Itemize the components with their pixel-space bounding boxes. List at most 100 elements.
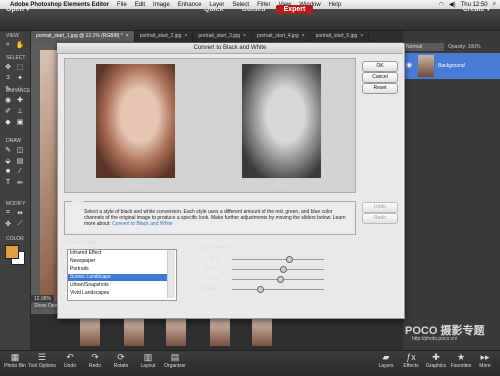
paint-bucket-icon[interactable]: ⬙ [3,156,13,165]
sponge-tool-icon[interactable]: ▣ [15,117,25,126]
lasso-tool-icon[interactable]: ↄ [3,73,13,82]
tab-guided[interactable]: Guided [233,5,273,14]
type-tool-icon[interactable]: T [3,178,13,187]
rotate-button[interactable]: ⟳ Rotate [106,352,136,370]
eye-icon[interactable]: ◉ [406,61,412,69]
tip-title: Tip [72,198,85,204]
cancel-button[interactable]: Cancel [362,72,398,83]
style-item-selected[interactable]: Scenic Landscape [68,274,168,281]
eyedropper-icon[interactable]: ⁄ [15,167,25,176]
tools-panel: VIEW ⌕ ✋ SELECT ✥ ⬚ ↄ ✦ ✎ ◌ ENHANCE ◉ ✚ … [0,31,31,350]
blur-tool-icon[interactable]: ◆ [3,117,13,126]
draw-tools: ✎ ◫ ⬙ ▤ ■ ⁄ T ✏ [3,145,27,189]
tools-section-select: SELECT [6,55,26,61]
contrast-slider-label: Contrast: [199,286,220,292]
spotlight-search-icon[interactable]: ⌕ [493,1,496,8]
red-slider-label: Red: [209,256,220,262]
spot-healing-tool-icon[interactable]: ✚ [15,95,25,104]
red-eye-tool-icon[interactable]: ◉ [3,95,13,104]
organizer-button[interactable]: ▤ Organizer [160,352,190,370]
contrast-slider-track[interactable] [232,289,324,290]
watermark-url: http://photo.poco.cn/ [412,336,458,342]
close-icon[interactable]: × [360,33,363,40]
wifi-icon[interactable]: ◠ [439,1,444,8]
tools-section-modify: MODIFY [6,201,26,207]
more-label: More [479,363,491,369]
foreground-color-swatch[interactable] [5,245,19,259]
move-tool-icon[interactable]: ✥ [3,62,13,71]
magic-wand-tool-icon[interactable]: ✦ [15,73,25,82]
menu-file[interactable]: File [117,2,127,8]
doc-tab[interactable]: portrait_start_3.jpg × [193,31,252,42]
style-item[interactable]: Portraits [68,266,168,273]
learn-more-link[interactable]: Convert to Black and White [112,221,173,227]
tool-options-button[interactable]: ☰ Tool Options [27,352,57,370]
style-item[interactable]: Newspaper [68,258,168,265]
tools-section-view: VIEW [6,33,19,39]
style-item[interactable]: Vivid Landscapes [68,290,168,297]
organizer-label: Organizer [164,363,186,369]
style-item[interactable]: Infrared Effect [68,250,168,257]
close-icon[interactable]: × [302,33,305,40]
photo-bin-thumbnail[interactable] [210,318,230,346]
menu-edit[interactable]: Edit [135,2,145,8]
doc-tab-label: portrait_start_2.jpg [139,33,182,39]
eraser-tool-icon[interactable]: ◫ [15,145,25,154]
green-slider-track[interactable] [232,269,324,270]
opacity-field[interactable]: Opacity: 100% [448,43,481,51]
layer-name[interactable]: Background [438,63,465,69]
close-icon[interactable]: × [126,33,129,40]
doc-tab-label: portrait_start_1.jpg @ 12.1% (RGB/8) * [36,33,123,39]
document-tabs: portrait_start_1.jpg @ 12.1% (RGB/8) * × … [31,31,403,42]
blue-slider-thumb[interactable] [276,276,284,283]
create-button[interactable]: Create ▾ [463,5,490,13]
volume-icon[interactable]: ◀) [449,1,456,8]
more-button[interactable]: ▸▸ More [470,352,500,370]
reset-button[interactable]: Reset [362,83,398,94]
doc-tab[interactable]: portrait_start_2.jpg × [135,31,194,42]
ok-button[interactable]: OK [362,61,398,72]
dialog-title: Convert to Black and White [57,43,403,54]
shape-tool-icon[interactable]: ■ [3,167,13,176]
after-label: After [275,183,286,189]
blend-mode-select[interactable]: Normal [404,43,444,51]
content-aware-move-icon[interactable]: ✥ [3,219,13,228]
photo-bin-button[interactable]: ▦ Photo Bin [0,352,30,370]
photo-bin-thumbnail[interactable] [252,318,272,346]
photo-bin-thumbnail[interactable] [124,318,144,346]
doc-tab-label: portrait_start_5.jpg [315,33,358,39]
doc-tab[interactable]: portrait_start_4.jpg × [252,31,311,42]
photo-bin-thumbnail[interactable] [166,318,186,346]
close-icon[interactable]: × [184,33,187,40]
photo-bin-icon: ▦ [10,352,20,362]
menu-help[interactable]: Help [329,2,341,8]
red-slider-thumb[interactable] [286,256,294,263]
recompose-tool-icon[interactable]: ⇹ [15,208,25,217]
tab-expert[interactable]: Expert [275,5,314,14]
zoom-tool-icon[interactable]: ⌕ [3,40,13,49]
gradient-tool-icon[interactable]: ▤ [15,156,25,165]
brush-tool-icon[interactable]: ✎ [3,145,13,154]
crop-tool-icon[interactable]: ⌗ [3,208,13,217]
photo-bin-thumbnail[interactable] [80,318,100,346]
undo-dialog-button[interactable]: Undo [362,202,398,213]
doc-tab[interactable]: portrait_start_1.jpg @ 12.1% (RGB/8) * × [31,31,135,42]
contrast-slider-thumb[interactable] [256,286,264,293]
clone-stamp-icon[interactable]: ⊥ [15,106,25,115]
marquee-tool-icon[interactable]: ⬚ [15,62,25,71]
layout-button[interactable]: ▥ Layout [133,352,163,370]
green-slider-thumb[interactable] [279,266,287,273]
smart-brush-icon[interactable]: ✐ [3,106,13,115]
redo-dialog-button[interactable]: Redo [362,213,398,224]
list-scrollbar[interactable] [167,250,175,298]
red-slider-track[interactable] [232,259,324,260]
doc-tab[interactable]: portrait_start_5.jpg × [311,31,370,42]
pencil-tool-icon[interactable]: ✏ [15,178,25,187]
tab-quick[interactable]: Quick [196,5,231,14]
hand-tool-icon[interactable]: ✋ [15,40,25,49]
close-icon[interactable]: × [243,33,246,40]
straighten-tool-icon[interactable]: ⟋ [15,219,25,228]
menu-image[interactable]: Image [153,2,170,8]
style-item[interactable]: Urban/Snapshots [68,282,168,289]
open-button[interactable]: Open ▾ [6,5,29,13]
